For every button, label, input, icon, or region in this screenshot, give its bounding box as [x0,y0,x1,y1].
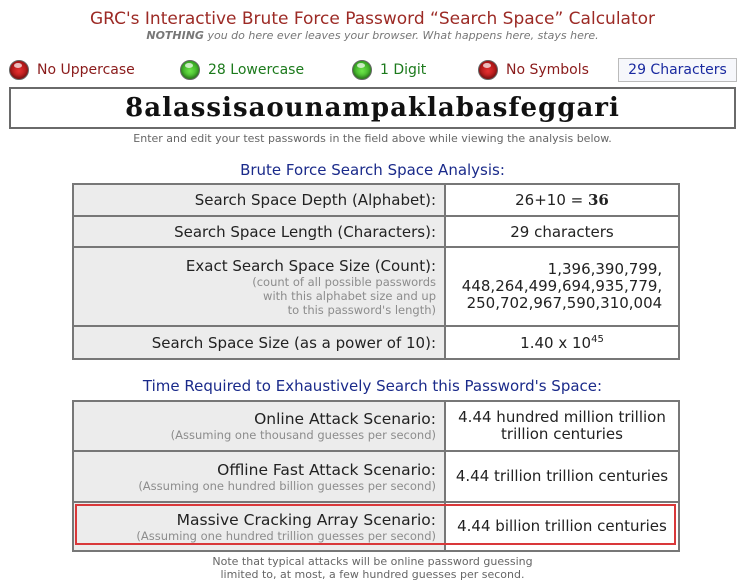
password-hint: Enter and edit your test passwords in th… [133,132,612,145]
power-base: 1.40 x 10 [520,333,592,352]
indicator-label: 1 Digit [380,62,427,78]
time-heading: Time Required to Exhaustively Search thi… [142,377,603,395]
table-row: Search Space Length (Characters): 29 cha… [72,215,680,248]
red-status-light-icon [9,60,29,80]
exact-size-line: 448,264,499,694,935,779, [461,277,663,295]
exact-size-note: to this password's length) [287,302,436,317]
subtitle-emphasis: NOTHING [146,29,204,42]
table-row: Exact Search Space Size (Count): (count … [72,246,680,327]
privacy-subtitle: NOTHING you do here ever leaves your bro… [0,29,745,42]
exact-size-number: 1,396,390,799, 448,264,499,694,935,779, … [462,261,662,312]
scenario-note: (Assuming one thousand guesses per secon… [170,428,436,442]
depth-label: Search Space Depth (Alphabet): [72,183,446,217]
exact-size-value: 1,396,390,799, 448,264,499,694,935,779, … [444,246,680,327]
offline-attack-cell: Offline Fast Attack Scenario: (Assuming … [72,450,446,503]
exact-size-note: with this alphabet size and up [263,288,436,303]
depth-value-total: 36 [587,191,609,209]
red-status-light-icon [478,60,498,80]
scenario-value: 4.44 hundred million trillion trillion c… [444,400,680,452]
table-row: Online Attack Scenario: (Assuming one th… [72,400,680,452]
footer-note: Note that typical attacks will be online… [0,555,745,581]
power-label: Search Space Size (as a power of 10): [72,325,446,360]
password-input[interactable]: 8alassisaounampaklabasfeggari [9,87,736,129]
power-value: 1.40 x 1045 [444,325,680,360]
length-value: 29 characters [444,215,680,248]
analysis-table: Search Space Depth (Alphabet): 26+10 = 3… [72,183,680,360]
scenario-label: Offline Fast Attack Scenario: [217,460,436,479]
exact-size-cell: Exact Search Space Size (Count): (count … [72,246,446,327]
green-status-light-icon [352,60,372,80]
indicator-label: No Uppercase [37,62,135,78]
scenario-value: 4.44 trillion trillion centuries [444,450,680,503]
depth-value: 26+10 = 36 [444,183,680,217]
page-title: GRC's Interactive Brute Force Password “… [89,9,656,29]
scenario-value: 4.44 billion trillion centuries [444,501,680,552]
indicator-lowercase: 28 Lowercase [180,58,304,82]
exact-size-label: Exact Search Space Size (Count): [185,256,436,275]
indicator-digits: 1 Digit [352,58,426,82]
exact-size-line: 250,702,967,590,310,004 [466,294,663,312]
scenario-label: Online Attack Scenario: [254,410,436,428]
time-table: Online Attack Scenario: (Assuming one th… [72,400,680,552]
table-row: Offline Fast Attack Scenario: (Assuming … [72,450,680,503]
character-count-badge: 29 Characters [618,58,737,82]
footer-line: limited to, at most, a few hundred guess… [220,568,525,581]
indicator-label: 28 Lowercase [208,62,305,78]
exact-size-line: 1,396,390,799, [547,260,663,278]
power-exponent: 45 [591,333,604,345]
table-row: Search Space Size (as a power of 10): 1.… [72,325,680,360]
table-row: Massive Cracking Array Scenario: (Assumi… [72,501,680,552]
indicator-uppercase: No Uppercase [9,58,135,82]
footer-line: Note that typical attacks will be online… [212,555,533,568]
table-row: Search Space Depth (Alphabet): 26+10 = 3… [72,183,680,217]
exact-size-note: (count of all possible passwords [252,274,436,289]
analysis-heading: Brute Force Search Space Analysis: [240,161,505,179]
length-label: Search Space Length (Characters): [72,215,446,248]
scenario-note: (Assuming one hundred trillion guesses p… [136,528,436,543]
scenario-note: (Assuming one hundred billion guesses pe… [138,478,436,493]
depth-value-prefix: 26+10 = [515,191,588,209]
subtitle-text: you do here ever leaves your browser. Wh… [203,29,599,42]
indicator-label: No Symbols [506,62,589,78]
massive-array-cell: Massive Cracking Array Scenario: (Assumi… [72,501,446,552]
green-status-light-icon [180,60,200,80]
scenario-label: Massive Cracking Array Scenario: [176,510,436,529]
online-attack-cell: Online Attack Scenario: (Assuming one th… [72,400,446,452]
indicator-symbols: No Symbols [478,58,589,82]
